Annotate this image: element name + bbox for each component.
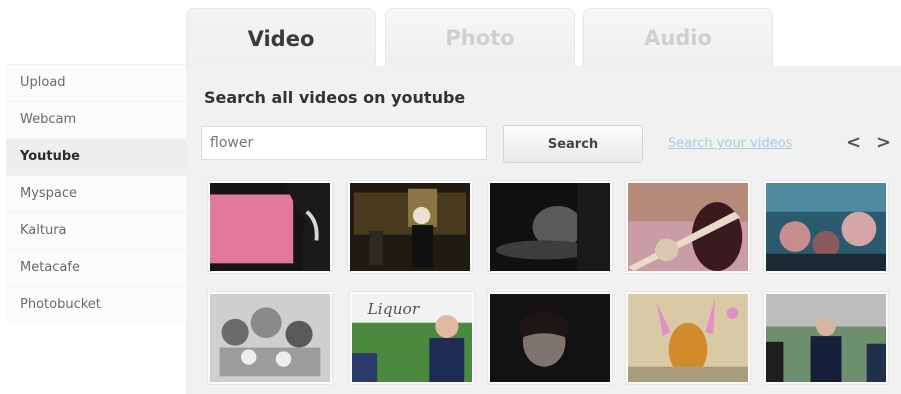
search-panel: Search all videos on youtube Search Sear… (186, 66, 901, 394)
video-thumbnail[interactable] (764, 181, 888, 273)
search-button[interactable]: Search (503, 125, 643, 163)
video-thumbnail[interactable] (348, 181, 472, 273)
sidebar-item-upload[interactable]: Upload (6, 64, 186, 101)
tab-audio[interactable]: Audio (583, 8, 773, 66)
video-thumbnail[interactable] (626, 181, 750, 273)
video-thumbnail[interactable] (208, 292, 332, 384)
next-page-icon[interactable]: > (876, 132, 891, 153)
thumbnail-banner-text: Liquor (366, 300, 420, 318)
sidebar-item-metacafe[interactable]: Metacafe (6, 249, 186, 286)
video-thumbnail[interactable] (208, 181, 332, 273)
search-your-videos-link[interactable]: Search your videos (668, 136, 792, 151)
sidebar-item-photobucket[interactable]: Photobucket (6, 286, 186, 323)
video-thumbnail[interactable]: Liquor (350, 292, 474, 384)
video-thumbnail[interactable] (764, 292, 888, 384)
prev-page-icon[interactable]: < (846, 132, 861, 153)
video-thumbnail[interactable] (626, 292, 750, 384)
video-thumbnail[interactable] (488, 181, 612, 273)
tab-photo[interactable]: Photo (385, 8, 575, 66)
video-thumbnail[interactable] (488, 292, 612, 384)
tab-video[interactable]: Video (186, 8, 376, 68)
sidebar-item-youtube[interactable]: Youtube (6, 138, 186, 175)
media-type-tabs: Video Photo Audio (186, 8, 786, 68)
sidebar-item-kaltura[interactable]: Kaltura (6, 212, 186, 249)
panel-title: Search all videos on youtube (204, 88, 466, 107)
source-sidebar: Upload Webcam Youtube Myspace Kaltura Me… (6, 64, 186, 323)
sidebar-item-myspace[interactable]: Myspace (6, 175, 186, 212)
sidebar-item-webcam[interactable]: Webcam (6, 101, 186, 138)
search-input[interactable] (201, 126, 487, 160)
